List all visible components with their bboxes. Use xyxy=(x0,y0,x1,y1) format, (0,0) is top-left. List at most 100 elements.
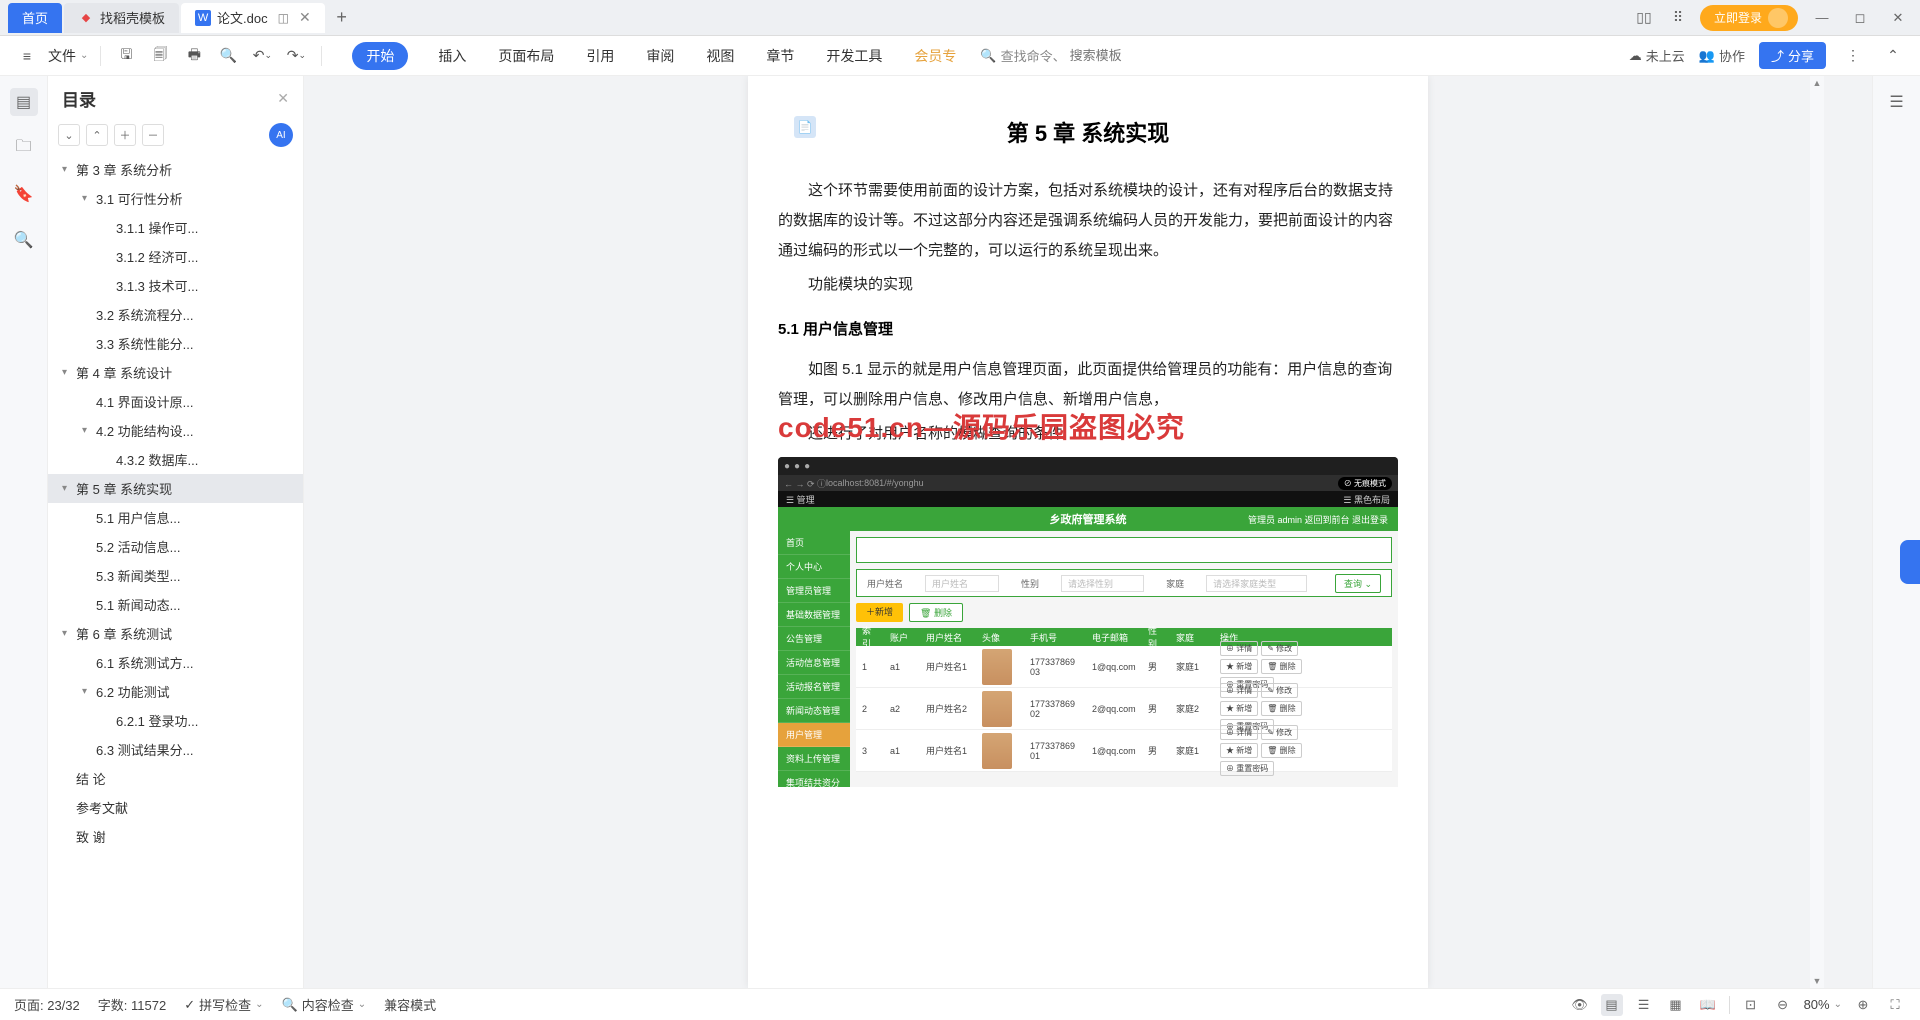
scroll-up-icon[interactable]: ▲ xyxy=(1812,78,1822,88)
outline-item[interactable]: ▾第 4 章 系统设计 xyxy=(48,358,303,387)
outline-item[interactable]: 3.1.3 技术可... xyxy=(48,271,303,300)
content-check-button[interactable]: 🔍 内容检查 ⌄ xyxy=(282,995,367,1014)
tab-templates[interactable]: ◆ 找稻壳模板 xyxy=(64,3,179,33)
ribbon-tab-devtools[interactable]: 开发工具 xyxy=(824,42,884,70)
scroll-down-icon[interactable]: ▼ xyxy=(1812,976,1822,986)
collapse-ribbon-icon[interactable]: ⌃ xyxy=(1880,43,1906,69)
scrollbar[interactable]: ▲ ▼ xyxy=(1810,76,1824,988)
search-input[interactable] xyxy=(1070,48,1190,63)
hamburger-icon[interactable]: ≡ xyxy=(14,43,40,69)
web-view-icon[interactable]: ▦ xyxy=(1665,994,1687,1016)
zoom-out-button[interactable]: ⊖ xyxy=(1772,994,1794,1016)
outline-item[interactable]: 3.1.1 操作可... xyxy=(48,213,303,242)
bookmark-rail-icon[interactable]: 🔖 xyxy=(10,180,38,208)
close-panel-icon[interactable]: ✕ xyxy=(277,90,289,107)
fullscreen-icon[interactable]: ⛶ xyxy=(1884,994,1906,1016)
redo-icon[interactable]: ↷⌄ xyxy=(283,43,309,69)
outline-item[interactable]: 3.2 系统流程分... xyxy=(48,300,303,329)
outline-item[interactable]: ▾第 5 章 系统实现 xyxy=(48,474,303,503)
clip-rail-icon[interactable]: 🗀 xyxy=(10,134,38,162)
embed-side-item: 集项结共资分理 xyxy=(778,771,850,787)
outline-item[interactable]: 致 谢 xyxy=(48,822,303,851)
ribbon-tab-start[interactable]: 开始 xyxy=(352,42,408,70)
save-icon[interactable]: 🖫 xyxy=(113,43,139,69)
outline-title: 目录 xyxy=(62,86,96,111)
tab-document[interactable]: W 论文.doc ◫ ✕ xyxy=(181,3,325,33)
eye-icon[interactable]: 👁 xyxy=(1569,994,1591,1016)
page-indicator[interactable]: 页面: 23/32 xyxy=(14,995,80,1014)
file-menu[interactable]: 文件 ⌄ xyxy=(48,46,88,66)
apps-grid-icon[interactable]: ⠿ xyxy=(1666,6,1690,30)
level-up-button[interactable]: ＋ xyxy=(114,124,136,146)
print-icon[interactable]: 🖶 xyxy=(181,43,207,69)
zoom-in-button[interactable]: ⊕ xyxy=(1852,994,1874,1016)
ribbon-tab-layout[interactable]: 页面布局 xyxy=(496,42,556,70)
document-area[interactable]: 📄 第 5 章 系统实现 这个环节需要使用前面的设计方案，包括对系统模块的设计，… xyxy=(304,76,1872,988)
chevron-down-icon: ⌄ xyxy=(80,50,88,61)
outline-item[interactable]: 4.1 界面设计原... xyxy=(48,387,303,416)
outline-item[interactable]: ▾第 3 章 系统分析 xyxy=(48,155,303,184)
ribbon-tab-vip[interactable]: 会员专 xyxy=(912,42,958,70)
main-area: ▤ 🗀 🔖 🔍 目录 ✕ ⌄ ⌃ ＋ － AI ▾第 3 章 系统分析▾3.1 … xyxy=(0,76,1920,988)
outline-item[interactable]: 3.1.2 经济可... xyxy=(48,242,303,271)
share-button[interactable]: ⤴ 分享 xyxy=(1759,42,1826,69)
save-as-icon[interactable]: 🗐 xyxy=(147,43,173,69)
page-view-icon[interactable]: ▤ xyxy=(1601,994,1623,1016)
outline-item[interactable]: ▾4.2 功能结构设... xyxy=(48,416,303,445)
reading-layout-icon[interactable]: ▯▯ xyxy=(1632,6,1656,30)
expand-all-button[interactable]: ⌃ xyxy=(86,124,108,146)
reading-view-icon[interactable]: 📖 xyxy=(1697,994,1719,1016)
outline-item[interactable]: 结 论 xyxy=(48,764,303,793)
zoom-fit-icon[interactable]: ⊡ xyxy=(1740,994,1762,1016)
ribbon-tab-references[interactable]: 引用 xyxy=(584,42,616,70)
ribbon-tab-review[interactable]: 审阅 xyxy=(644,42,676,70)
ribbon-tab-sections[interactable]: 章节 xyxy=(764,42,796,70)
outline-item[interactable]: 参考文献 xyxy=(48,793,303,822)
undo-icon[interactable]: ↶⌄ xyxy=(249,43,275,69)
spell-check-button[interactable]: ✓ 拼写检查 ⌄ xyxy=(184,995,263,1014)
ribbon-tab-insert[interactable]: 插入 xyxy=(436,42,468,70)
zoom-level[interactable]: 80% ⌄ xyxy=(1804,997,1842,1012)
close-button[interactable]: ✕ xyxy=(1884,4,1912,32)
outline-item[interactable]: 5.1 用户信息... xyxy=(48,503,303,532)
compat-mode-label[interactable]: 兼容模式 xyxy=(384,995,436,1014)
outline-item[interactable]: 6.1 系统测试方... xyxy=(48,648,303,677)
minimize-button[interactable]: — xyxy=(1808,4,1836,32)
collapse-all-button[interactable]: ⌄ xyxy=(58,124,80,146)
page-float-icon[interactable]: 📄 xyxy=(794,116,816,138)
cloud-status[interactable]: ☁ 未上云 xyxy=(1629,46,1685,65)
word-count[interactable]: 字数: 11572 xyxy=(98,995,166,1014)
outline-item[interactable]: ▾6.2 功能测试 xyxy=(48,677,303,706)
outline-rail-icon[interactable]: ▤ xyxy=(10,88,38,116)
avatar-icon xyxy=(1768,8,1788,28)
add-tab-button[interactable]: + xyxy=(327,3,357,33)
more-icon[interactable]: ⋮ xyxy=(1840,43,1866,69)
maximize-button[interactable]: ◻ xyxy=(1846,4,1874,32)
login-button[interactable]: 立即登录 xyxy=(1700,5,1798,31)
ai-assistant-icon[interactable]: AI xyxy=(269,123,293,147)
cooperation-button[interactable]: 👥 协作 xyxy=(1699,46,1745,65)
outline-item[interactable]: ▾第 6 章 系统测试 xyxy=(48,619,303,648)
close-icon[interactable]: ✕ xyxy=(299,9,311,26)
outline-item[interactable]: 6.2.1 登录功... xyxy=(48,706,303,735)
restore-window-icon[interactable]: ◫ xyxy=(278,11,289,25)
ribbon-search[interactable]: 🔍 查找命令、 xyxy=(980,46,1189,65)
search-rail-icon[interactable]: 🔍 xyxy=(10,226,38,254)
status-bar: 页面: 23/32 字数: 11572 ✓ 拼写检查 ⌄ 🔍 内容检查 ⌄ 兼容… xyxy=(0,988,1920,1020)
outline-view-icon[interactable]: ☰ xyxy=(1633,994,1655,1016)
query-button: 查询 ⌄ xyxy=(1335,574,1381,593)
side-drawer-handle[interactable] xyxy=(1900,540,1920,584)
settings-rail-icon[interactable]: ☰ xyxy=(1883,88,1911,116)
tab-home[interactable]: 首页 xyxy=(8,3,62,33)
outline-item[interactable]: 6.3 测试结果分... xyxy=(48,735,303,764)
level-down-button[interactable]: － xyxy=(142,124,164,146)
outline-item[interactable]: ▾3.1 可行性分析 xyxy=(48,184,303,213)
outline-item[interactable]: 5.3 新闻类型... xyxy=(48,561,303,590)
ribbon-tab-view[interactable]: 视图 xyxy=(704,42,736,70)
outline-item[interactable]: 5.1 新闻动态... xyxy=(48,590,303,619)
embed-side-item: 活动信息管理 xyxy=(778,651,850,675)
outline-item[interactable]: 3.3 系统性能分... xyxy=(48,329,303,358)
outline-item[interactable]: 4.3.2 数据库... xyxy=(48,445,303,474)
print-preview-icon[interactable]: 🔍 xyxy=(215,43,241,69)
outline-item[interactable]: 5.2 活动信息... xyxy=(48,532,303,561)
